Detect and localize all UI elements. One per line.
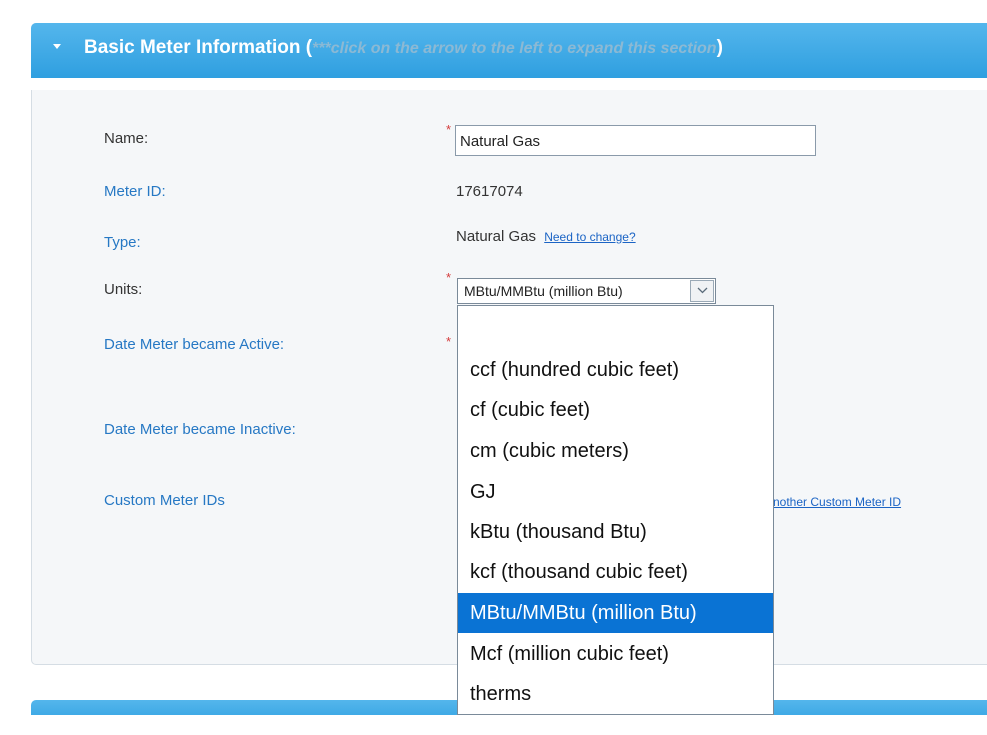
section-title-text: Basic Meter Information [84,37,301,58]
name-label: Name: [104,130,149,147]
units-label: Units: [104,281,143,298]
chevron-down-icon [697,287,708,294]
section-note-paren-close: ) [716,37,723,58]
custom-meter-ids-label: Custom Meter IDs [104,492,225,509]
units-option-kcf[interactable]: kcf (thousand cubic feet) [458,552,773,592]
type-label: Type: [104,234,141,251]
units-required-marker: * [446,270,452,285]
type-value-row: Natural Gas Need to change? [456,228,636,245]
units-option-kbtu[interactable]: kBtu (thousand Btu) [458,512,773,552]
add-custom-meter-id-link[interactable]: nother Custom Meter ID [773,495,901,509]
meter-id-label: Meter ID: [104,183,166,200]
name-input[interactable] [455,125,816,156]
units-dropdown-list[interactable]: ccf (hundred cubic feet) cf (cubic feet)… [457,305,774,715]
section-note: ***click on the arrow to the left to exp… [312,40,717,57]
date-inactive-label: Date Meter became Inactive: [104,421,296,438]
units-option-ccf[interactable]: ccf (hundred cubic feet) [458,350,773,390]
section-title: Basic Meter Information (***click on the… [84,37,723,59]
units-option-gj[interactable]: GJ [458,472,773,512]
name-required-marker: * [446,122,452,137]
units-select[interactable]: MBtu/MMBtu (million Btu) [457,278,716,304]
units-option-cm[interactable]: cm (cubic meters) [458,431,773,471]
page-bottom [0,715,987,735]
expand-arrow-icon[interactable] [53,44,61,49]
units-option-cf[interactable]: cf (cubic feet) [458,390,773,430]
date-active-label: Date Meter became Active: [104,336,285,353]
units-option-mcf[interactable]: Mcf (million cubic feet) [458,634,773,674]
units-option-therms[interactable]: therms [458,674,773,714]
header-divider [31,78,987,90]
type-value: Natural Gas [456,228,537,245]
units-select-value: MBtu/MMBtu (million Btu) [464,283,623,299]
units-option-mbtu[interactable]: MBtu/MMBtu (million Btu) [458,593,773,633]
date-active-required-marker: * [446,334,452,349]
meter-id-value: 17617074 [456,183,523,200]
type-change-link[interactable]: Need to change? [544,230,635,244]
units-select-button[interactable] [690,280,714,302]
units-option-blank[interactable] [458,306,773,346]
